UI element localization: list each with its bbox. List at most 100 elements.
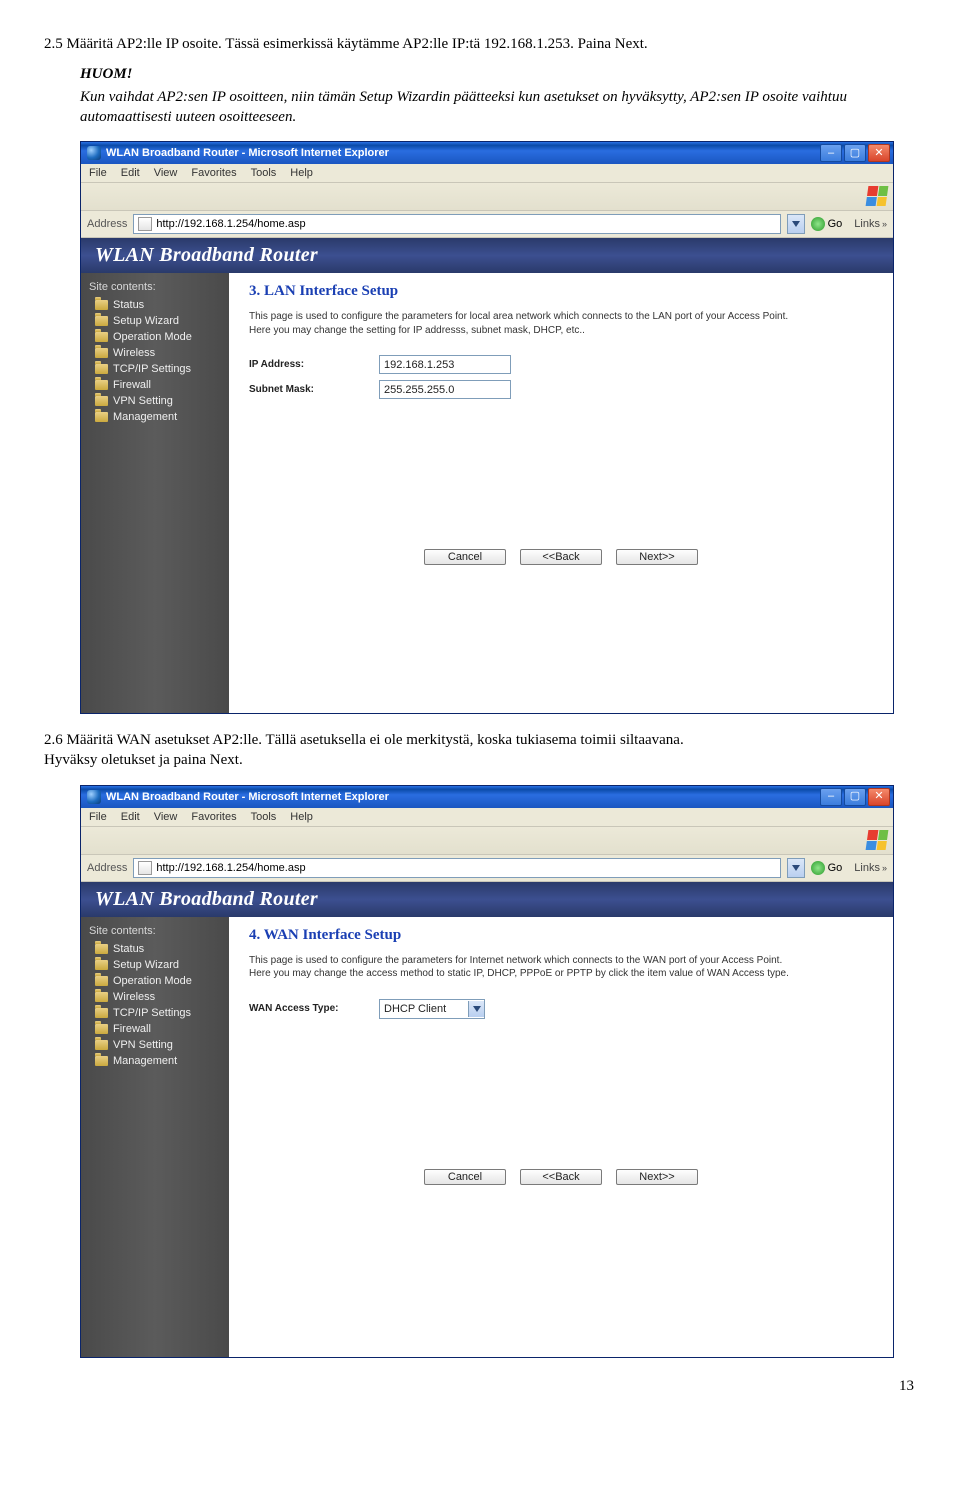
title-bar: WLAN Broadband Router - Microsoft Intern… bbox=[81, 142, 893, 164]
sidebar-item-label: Management bbox=[113, 411, 177, 423]
minimize-button[interactable]: – bbox=[820, 788, 842, 806]
folder-icon bbox=[95, 976, 108, 986]
folder-icon bbox=[95, 316, 108, 326]
chevron-down-icon bbox=[468, 1001, 484, 1017]
lan-description: This page is used to configure the param… bbox=[249, 310, 789, 337]
sidebar-item-status[interactable]: Status bbox=[87, 297, 223, 313]
menu-bar: File Edit View Favorites Tools Help bbox=[81, 164, 893, 183]
address-field[interactable]: http://192.168.1.254/home.asp bbox=[133, 214, 780, 234]
subnet-mask-input[interactable]: 255.255.255.0 bbox=[379, 380, 511, 399]
address-dropdown[interactable] bbox=[787, 214, 805, 234]
sidebar-item-tcpip[interactable]: TCP/IP Settings bbox=[87, 1005, 223, 1021]
next-button[interactable]: Next>> bbox=[616, 1169, 698, 1185]
menu-help[interactable]: Help bbox=[290, 811, 313, 823]
sidebar-item-vpn[interactable]: VPN Setting bbox=[87, 393, 223, 409]
browser-window-wan: WLAN Broadband Router - Microsoft Intern… bbox=[80, 785, 894, 1358]
menu-help[interactable]: Help bbox=[290, 167, 313, 179]
folder-icon bbox=[95, 300, 108, 310]
folder-icon bbox=[95, 412, 108, 422]
minimize-button[interactable]: – bbox=[820, 144, 842, 162]
cancel-button[interactable]: Cancel bbox=[424, 549, 506, 565]
sidebar-item-setup-wizard[interactable]: Setup Wizard bbox=[87, 957, 223, 973]
windows-logo-icon bbox=[866, 830, 889, 850]
wan-access-type-select[interactable]: DHCP Client bbox=[379, 999, 485, 1019]
sidebar-item-operation-mode[interactable]: Operation Mode bbox=[87, 973, 223, 989]
sidebar-item-wireless[interactable]: Wireless bbox=[87, 989, 223, 1005]
maximize-button[interactable]: ▢ bbox=[844, 144, 866, 162]
sidebar-item-status[interactable]: Status bbox=[87, 941, 223, 957]
sidebar-item-management[interactable]: Management bbox=[87, 1053, 223, 1069]
note-label: HUOM! bbox=[80, 64, 914, 84]
menu-favorites[interactable]: Favorites bbox=[191, 811, 236, 823]
folder-icon bbox=[95, 332, 108, 342]
address-dropdown[interactable] bbox=[787, 858, 805, 878]
menu-edit[interactable]: Edit bbox=[121, 167, 140, 179]
sidebar-item-management[interactable]: Management bbox=[87, 409, 223, 425]
address-bar: Address http://192.168.1.254/home.asp Go… bbox=[81, 211, 893, 238]
menu-favorites[interactable]: Favorites bbox=[191, 167, 236, 179]
maximize-button[interactable]: ▢ bbox=[844, 788, 866, 806]
ie-icon bbox=[87, 790, 101, 804]
sidebar-item-firewall[interactable]: Firewall bbox=[87, 1021, 223, 1037]
ie-icon bbox=[87, 146, 101, 160]
main-pane-wan: 4. WAN Interface Setup This page is used… bbox=[229, 917, 893, 1357]
toolbar bbox=[81, 827, 893, 855]
menu-file[interactable]: File bbox=[89, 167, 107, 179]
sidebar-item-label: Wireless bbox=[113, 347, 155, 359]
sidebar-item-operation-mode[interactable]: Operation Mode bbox=[87, 329, 223, 345]
folder-icon bbox=[95, 1024, 108, 1034]
sidebar-item-firewall[interactable]: Firewall bbox=[87, 377, 223, 393]
menu-edit[interactable]: Edit bbox=[121, 811, 140, 823]
window-title: WLAN Broadband Router - Microsoft Intern… bbox=[106, 791, 820, 803]
cancel-button[interactable]: Cancel bbox=[424, 1169, 506, 1185]
ip-address-label: IP Address: bbox=[249, 359, 379, 370]
folder-icon bbox=[95, 1056, 108, 1066]
router-banner: WLAN Broadband Router bbox=[81, 882, 893, 917]
section-2-6-line-2: Hyväksy oletukset ja paina Next. bbox=[44, 750, 914, 770]
menu-file[interactable]: File bbox=[89, 811, 107, 823]
sidebar-item-wireless[interactable]: Wireless bbox=[87, 345, 223, 361]
menu-view[interactable]: View bbox=[154, 811, 178, 823]
back-button[interactable]: <<Back bbox=[520, 1169, 602, 1185]
menu-bar: File Edit View Favorites Tools Help bbox=[81, 808, 893, 827]
links-menu[interactable]: Links » bbox=[854, 862, 887, 874]
toolbar bbox=[81, 183, 893, 211]
sidebar-item-label: Status bbox=[113, 299, 144, 311]
sidebar-item-label: Wireless bbox=[113, 991, 155, 1003]
sidebar-item-setup-wizard[interactable]: Setup Wizard bbox=[87, 313, 223, 329]
window-title: WLAN Broadband Router - Microsoft Intern… bbox=[106, 147, 820, 159]
sidebar-item-tcpip[interactable]: TCP/IP Settings bbox=[87, 361, 223, 377]
go-button[interactable]: Go bbox=[811, 217, 843, 231]
folder-icon bbox=[95, 380, 108, 390]
menu-view[interactable]: View bbox=[154, 167, 178, 179]
close-button[interactable]: ✕ bbox=[868, 144, 890, 162]
address-bar: Address http://192.168.1.254/home.asp Go… bbox=[81, 855, 893, 882]
close-button[interactable]: ✕ bbox=[868, 788, 890, 806]
back-button[interactable]: <<Back bbox=[520, 549, 602, 565]
sidebar-item-vpn[interactable]: VPN Setting bbox=[87, 1037, 223, 1053]
wan-title: 4. WAN Interface Setup bbox=[249, 927, 873, 944]
links-menu[interactable]: Links » bbox=[854, 218, 887, 230]
go-icon bbox=[811, 217, 825, 231]
wan-access-type-value: DHCP Client bbox=[384, 1003, 446, 1015]
folder-icon bbox=[95, 364, 108, 374]
page-number: 13 bbox=[44, 1376, 914, 1396]
browser-window-lan: WLAN Broadband Router - Microsoft Intern… bbox=[80, 141, 894, 714]
links-label: Links bbox=[854, 862, 880, 874]
ip-address-input[interactable]: 192.168.1.253 bbox=[379, 355, 511, 374]
folder-icon bbox=[95, 1040, 108, 1050]
url-text: http://192.168.1.254/home.asp bbox=[156, 862, 305, 874]
sidebar-heading: Site contents: bbox=[87, 923, 223, 941]
router-banner: WLAN Broadband Router bbox=[81, 238, 893, 273]
page-icon bbox=[138, 217, 152, 231]
menu-tools[interactable]: Tools bbox=[251, 167, 277, 179]
sidebar-item-label: Setup Wizard bbox=[113, 315, 179, 327]
subnet-mask-label: Subnet Mask: bbox=[249, 384, 379, 395]
go-label: Go bbox=[828, 218, 843, 230]
wan-description: This page is used to configure the param… bbox=[249, 954, 789, 981]
wan-access-type-label: WAN Access Type: bbox=[249, 1003, 379, 1014]
address-field[interactable]: http://192.168.1.254/home.asp bbox=[133, 858, 780, 878]
next-button[interactable]: Next>> bbox=[616, 549, 698, 565]
menu-tools[interactable]: Tools bbox=[251, 811, 277, 823]
go-button[interactable]: Go bbox=[811, 861, 843, 875]
